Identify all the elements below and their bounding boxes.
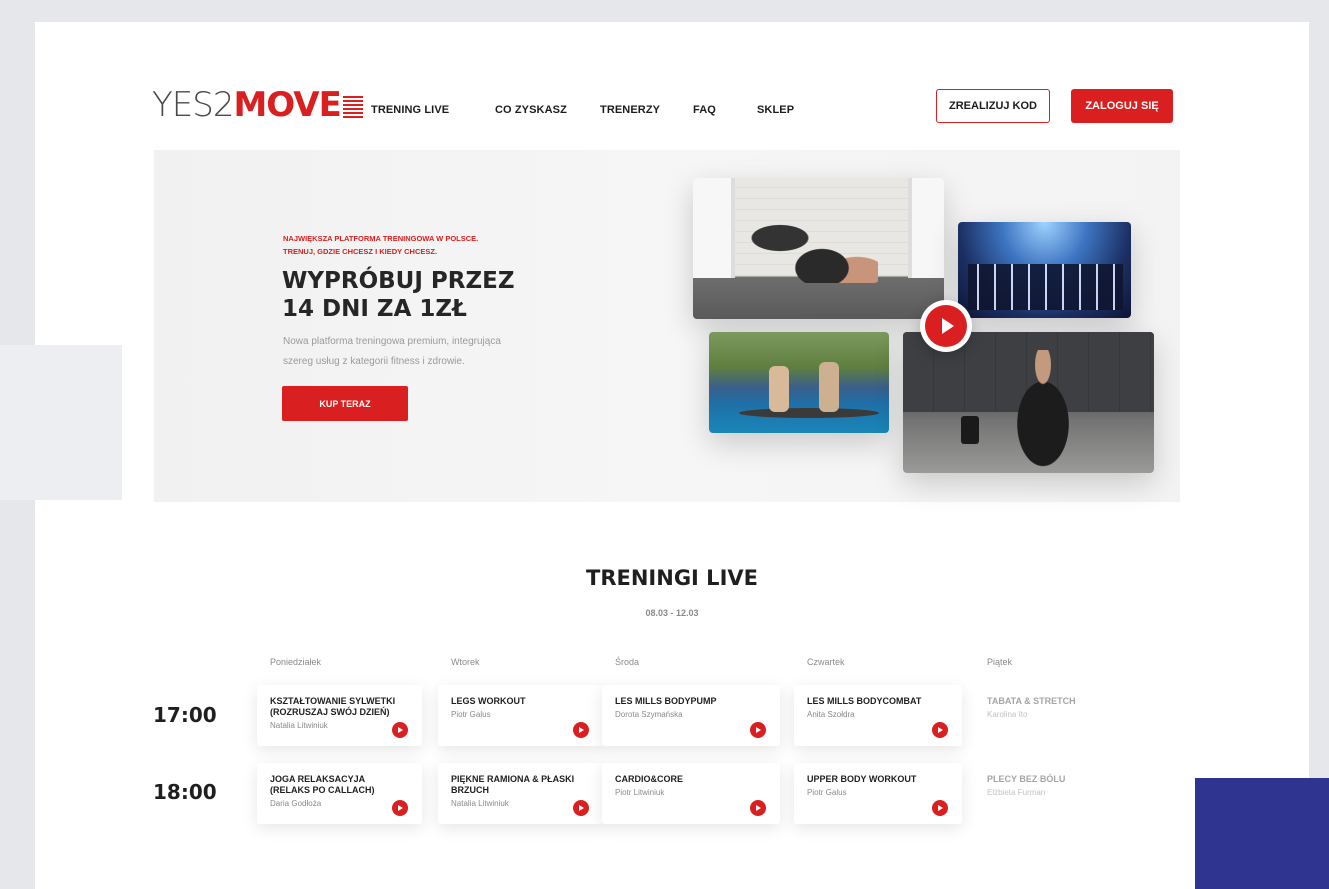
class-card[interactable]: JOGA RELAKSACYJA (RELAKS PO CALLACH) Dar… bbox=[257, 763, 422, 824]
class-play-button[interactable] bbox=[932, 722, 948, 738]
time-label: 17:00 bbox=[153, 703, 217, 727]
class-play-button[interactable] bbox=[932, 800, 948, 816]
outdoor-yoga-photo bbox=[709, 332, 889, 433]
class-name: TABATA & STRETCH bbox=[987, 696, 1076, 706]
class-name: LES MILLS BODYPUMP bbox=[615, 696, 717, 706]
hero-title: WYPRÓBUJ PRZEZ 14 DNI ZA 1ZŁ bbox=[282, 267, 515, 323]
class-play-button[interactable] bbox=[750, 722, 766, 738]
day-label: Poniedziałek bbox=[270, 657, 322, 667]
play-icon bbox=[398, 805, 403, 811]
logo-text-light: YES2 bbox=[152, 85, 234, 125]
play-icon bbox=[579, 805, 584, 811]
hero-tagline-line2: TRENUJ, GDZIE CHCESZ I KIEDY CHCESZ. bbox=[283, 247, 438, 256]
schedule-dates: 08.03 - 12.03 bbox=[645, 608, 699, 618]
play-icon bbox=[398, 727, 403, 733]
decorative-gray-block bbox=[0, 345, 122, 500]
hero-description-line1: Nowa platforma treningowa premium, integ… bbox=[283, 336, 501, 347]
class-name: LEGS WORKOUT bbox=[451, 696, 526, 706]
class-card[interactable]: LEGS WORKOUT Piotr Galus bbox=[438, 685, 603, 746]
page-card: YES2MOVE TRENING LIVE CO ZYSKASZ TRENERZ… bbox=[35, 22, 1309, 889]
hero-title-line1: WYPRÓBUJ PRZEZ bbox=[282, 268, 515, 294]
class-card[interactable]: CARDIO&CORE Piotr Litwiniuk bbox=[602, 763, 780, 824]
class-play-button[interactable] bbox=[750, 800, 766, 816]
class-trainer: Piotr Litwiniuk bbox=[615, 788, 665, 797]
time-label: 18:00 bbox=[153, 780, 217, 804]
hero-tagline-line1: NAJWIĘKSZA PLATFORMA TRENINGOWA W POLSCE… bbox=[283, 234, 479, 243]
schedule-title: TRENINGI LIVE bbox=[586, 566, 758, 590]
day-label: Piątek bbox=[987, 657, 1013, 667]
nav-co-zyskasz[interactable]: CO ZYSKASZ bbox=[495, 104, 567, 116]
class-card[interactable]: LES MILLS BODYCOMBAT Anita Szołdra bbox=[794, 685, 962, 746]
play-icon bbox=[756, 727, 761, 733]
logo-speed-lines-icon bbox=[342, 96, 363, 118]
class-trainer: Piotr Galus bbox=[807, 788, 847, 797]
class-trainer: Elżbieta Furman bbox=[987, 788, 1046, 797]
class-name: PLECY BEZ BÓLU bbox=[987, 774, 1066, 784]
day-label: Czwartek bbox=[807, 657, 845, 667]
decorative-blue-block bbox=[1195, 778, 1329, 889]
hero-title-line2: 14 DNI ZA 1ZŁ bbox=[282, 296, 467, 322]
hero-tagline: NAJWIĘKSZA PLATFORMA TRENINGOWA W POLSCE… bbox=[283, 232, 478, 258]
hero-section: NAJWIĘKSZA PLATFORMA TRENINGOWA W POLSCE… bbox=[154, 150, 1180, 502]
class-trainer: Anita Szołdra bbox=[807, 710, 855, 719]
nav-sklep[interactable]: SKLEP bbox=[757, 104, 794, 116]
class-trainer: Piotr Galus bbox=[451, 710, 491, 719]
class-name: PIĘKNE RAMIONA & PŁASKI BRZUCH bbox=[451, 774, 575, 795]
trainer-gym-photo bbox=[903, 332, 1154, 473]
play-icon bbox=[938, 727, 943, 733]
nav-trenerzy[interactable]: TRENERZY bbox=[600, 104, 660, 116]
hero-description-line2: szereg usług z kategorii fitness i zdrow… bbox=[283, 356, 465, 367]
class-name: UPPER BODY WORKOUT bbox=[807, 774, 917, 784]
class-card[interactable]: PIĘKNE RAMIONA & PŁASKI BRZUCH Natalia L… bbox=[438, 763, 603, 824]
play-icon bbox=[941, 318, 954, 334]
play-icon bbox=[579, 727, 584, 733]
class-play-button[interactable] bbox=[392, 722, 408, 738]
play-icon bbox=[938, 805, 943, 811]
nav-faq[interactable]: FAQ bbox=[693, 104, 716, 116]
class-play-button[interactable] bbox=[392, 800, 408, 816]
buy-now-button[interactable]: KUP TERAZ bbox=[282, 386, 408, 421]
day-label: Wtorek bbox=[451, 657, 480, 667]
hero-play-button[interactable] bbox=[920, 300, 972, 352]
class-play-button[interactable] bbox=[573, 800, 589, 816]
logo-text-bold: MOVE bbox=[233, 85, 341, 125]
class-card[interactable]: KSZTAŁTOWANIE SYLWETKI (ROZRUSZAJ SWÓJ D… bbox=[257, 685, 422, 746]
class-name: KSZTAŁTOWANIE SYLWETKI (ROZRUSZAJ SWÓJ D… bbox=[270, 696, 396, 717]
site-logo[interactable]: YES2MOVE bbox=[152, 85, 363, 125]
day-label: Środa bbox=[615, 657, 640, 667]
class-trainer: Karolina Ito bbox=[987, 710, 1028, 719]
class-card[interactable]: PLECY BEZ BÓLU Elżbieta Furman bbox=[974, 763, 1139, 824]
play-icon bbox=[756, 805, 761, 811]
nav-trening-live[interactable]: TRENING LIVE bbox=[371, 104, 449, 116]
class-name: CARDIO&CORE bbox=[615, 774, 684, 784]
hero-description: Nowa platforma treningowa premium, integ… bbox=[283, 332, 543, 372]
login-button[interactable]: ZALOGUJ SIĘ bbox=[1071, 89, 1173, 123]
class-card[interactable]: LES MILLS BODYPUMP Dorota Szymańska bbox=[602, 685, 780, 746]
class-name: JOGA RELAKSACYJA (RELAKS PO CALLACH) bbox=[270, 774, 375, 795]
group-workout-photo bbox=[958, 222, 1131, 318]
class-play-button[interactable] bbox=[573, 722, 589, 738]
class-card[interactable]: TABATA & STRETCH Karolina Ito bbox=[974, 685, 1139, 746]
yoga-photo bbox=[693, 178, 944, 319]
class-name: LES MILLS BODYCOMBAT bbox=[807, 696, 922, 706]
class-card[interactable]: UPPER BODY WORKOUT Piotr Galus bbox=[794, 763, 962, 824]
class-trainer: Dorota Szymańska bbox=[615, 710, 683, 719]
redeem-code-button[interactable]: ZREALIZUJ KOD bbox=[936, 89, 1050, 123]
